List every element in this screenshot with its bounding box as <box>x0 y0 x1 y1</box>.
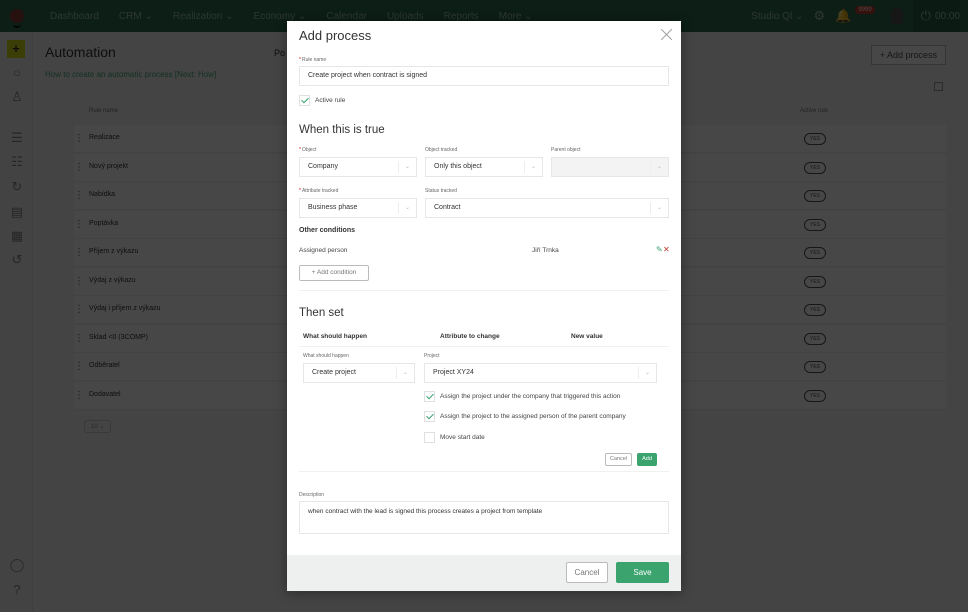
other-conditions-heading: Other conditions <box>299 227 355 234</box>
add-process-modal: Add process *Rule name Create project wh… <box>287 21 681 591</box>
move-start-date-checkbox[interactable] <box>424 432 435 443</box>
object-select[interactable]: Company ⌄ <box>299 157 417 177</box>
parent-object-label: Parent object <box>551 147 581 153</box>
assign-to-person-label: Assign the project to the assigned perso… <box>440 413 626 420</box>
active-rule-label: Active rule <box>315 97 346 104</box>
rule-name-input[interactable]: Create project when contract is signed <box>299 66 669 86</box>
modal-footer: Cancel Save <box>287 555 681 591</box>
chevron-down-icon: ⌄ <box>524 161 542 173</box>
assign-to-person-checkbox[interactable] <box>424 411 435 422</box>
modal-title: Add process <box>299 28 372 43</box>
status-tracked-select[interactable]: Contract ⌄ <box>425 198 669 218</box>
project-label: Project <box>424 353 440 359</box>
add-condition-button[interactable]: + Add condition <box>299 265 369 281</box>
object-tracked-label: Object tracked <box>425 147 458 153</box>
divider <box>299 346 669 347</box>
project-select[interactable]: Project XY24 ⌄ <box>424 363 657 383</box>
column-attribute-to-change: Attribute to change <box>440 333 500 340</box>
condition-value: Jiří Trnka <box>532 247 559 254</box>
edit-pencil-icon[interactable]: ✎ <box>656 245 663 254</box>
what-should-happen-label: What should happen <box>303 353 349 359</box>
rule-name-label: *Rule name <box>299 57 327 63</box>
chevron-down-icon: ⌄ <box>396 367 414 379</box>
chevron-down-icon: ⌄ <box>398 161 416 173</box>
status-tracked-label: Status tracked <box>425 188 457 194</box>
when-section-heading: When this is true <box>299 124 385 136</box>
chevron-down-icon: ⌄ <box>650 161 668 173</box>
chevron-down-icon: ⌄ <box>398 202 416 214</box>
description-label: Description <box>299 492 325 498</box>
divider <box>299 290 669 291</box>
attribute-tracked-label: *Attribute tracked <box>299 188 339 194</box>
attribute-tracked-select[interactable]: Business phase ⌄ <box>299 198 417 218</box>
chevron-down-icon: ⌄ <box>650 202 668 214</box>
close-icon[interactable] <box>660 28 673 41</box>
save-button[interactable]: Save <box>616 562 669 583</box>
condition-field: Assigned person <box>299 247 348 254</box>
move-start-date-label: Move start date <box>440 434 485 441</box>
cancel-button[interactable]: Cancel <box>566 562 608 583</box>
inner-cancel-button[interactable]: Cancel <box>605 453 632 466</box>
what-should-happen-select[interactable]: Create project ⌄ <box>303 363 415 383</box>
description-textarea[interactable]: when contract with the lead is signed th… <box>299 501 669 534</box>
chevron-down-icon: ⌄ <box>638 367 656 379</box>
parent-object-select: ⌄ <box>551 157 669 177</box>
active-rule-checkbox[interactable] <box>299 95 310 106</box>
inner-add-button[interactable]: Add <box>637 453 657 466</box>
assign-under-company-label: Assign the project under the company tha… <box>440 393 621 400</box>
object-tracked-select[interactable]: Only this object ⌄ <box>425 157 543 177</box>
column-what-should-happen: What should happen <box>303 333 367 340</box>
divider <box>299 471 669 472</box>
then-section-heading: Then set <box>299 307 344 319</box>
delete-x-icon[interactable]: ✕ <box>663 245 670 254</box>
object-label: *Object <box>299 147 317 153</box>
assign-under-company-checkbox[interactable] <box>424 391 435 402</box>
column-new-value: New value <box>571 333 603 340</box>
